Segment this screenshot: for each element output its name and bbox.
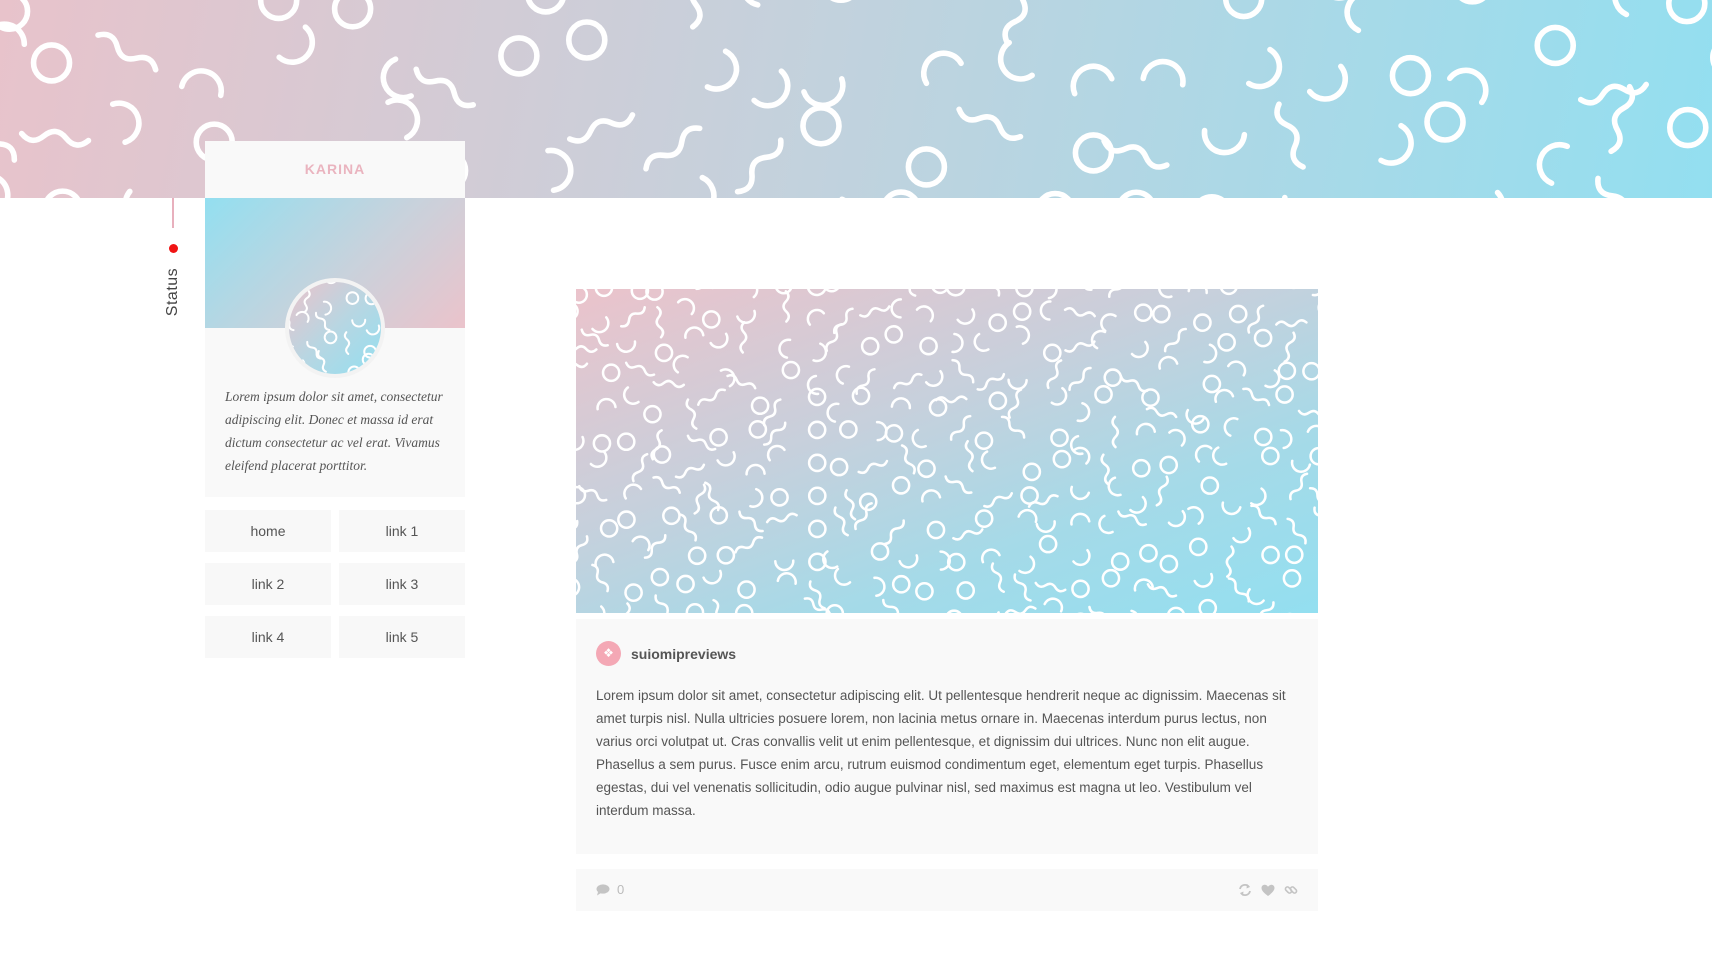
post-text: Lorem ipsum dolor sit amet, consectetur … (596, 688, 1286, 818)
nav-link-5[interactable]: link 5 (339, 616, 465, 658)
nav-link-2[interactable]: link 2 (205, 563, 331, 605)
blog-title[interactable]: KARINA (205, 141, 465, 198)
status-dot (169, 244, 178, 253)
post-body: ❖ suiomipreviews Lorem ipsum dolor sit a… (576, 619, 1318, 854)
nav-link-1[interactable]: link 1 (339, 510, 465, 552)
comment-count[interactable]: 0 (596, 869, 624, 911)
post-footer: 0 (576, 869, 1318, 911)
nav-home[interactable]: home (205, 510, 331, 552)
author-avatar[interactable]: ❖ (596, 641, 621, 666)
bird-icon: ❖ (603, 646, 614, 660)
profile-description: Lorem ipsum dolor sit amet, consectetur … (225, 389, 443, 473)
post-image-pattern (576, 289, 1318, 613)
reblog-icon[interactable] (1238, 883, 1252, 897)
status-link[interactable]: Status (164, 262, 182, 322)
avatar-pattern (289, 282, 381, 374)
post-author: ❖ suiomipreviews (596, 641, 1298, 666)
profile-card: KARINA Lorem ipsum dolor sit amet, conse… (205, 141, 465, 497)
author-name[interactable]: suiomipreviews (631, 646, 736, 662)
post: ❖ suiomipreviews Lorem ipsum dolor sit a… (576, 289, 1318, 854)
nav-link-4[interactable]: link 4 (205, 616, 331, 658)
comment-count-value: 0 (617, 882, 625, 897)
comment-icon (596, 884, 610, 896)
post-actions (1238, 869, 1298, 911)
status-connector (172, 198, 174, 228)
profile-cover (205, 198, 465, 378)
link-icon[interactable] (1284, 883, 1298, 897)
post-image[interactable] (576, 289, 1318, 613)
nav-links: home link 1 link 2 link 3 link 4 link 5 (205, 510, 465, 658)
nav-link-3[interactable]: link 3 (339, 563, 465, 605)
avatar[interactable] (285, 278, 385, 378)
heart-icon[interactable] (1261, 884, 1275, 897)
